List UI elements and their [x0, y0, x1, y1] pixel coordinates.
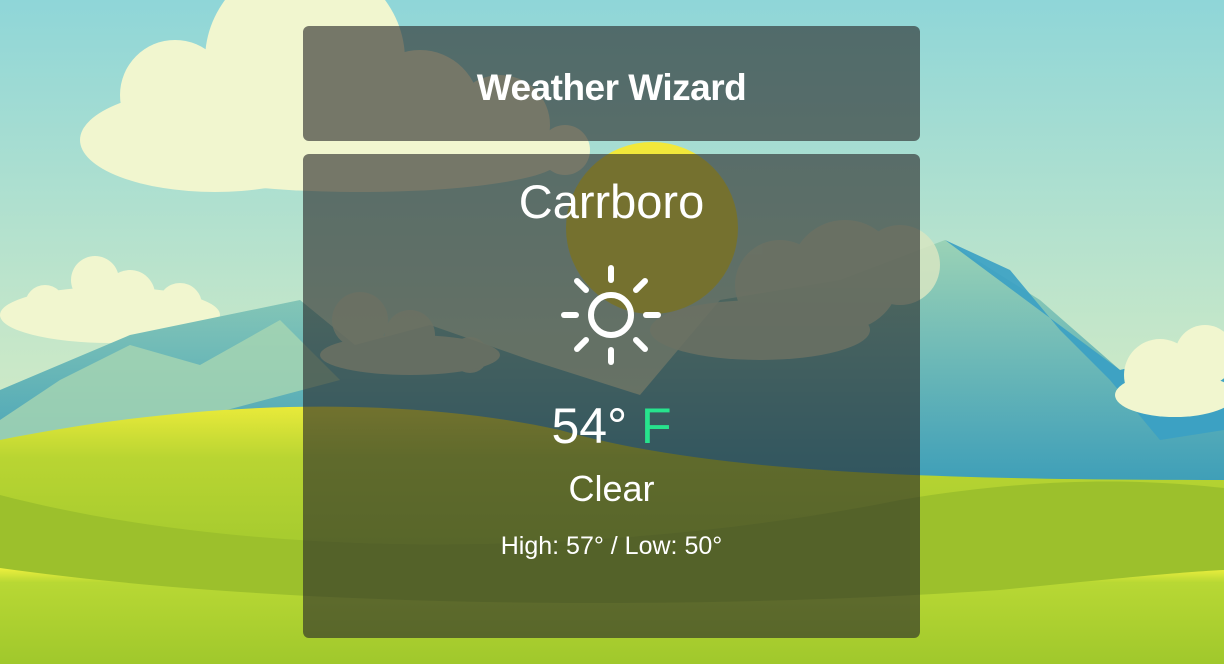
weather-condition: Clear: [568, 468, 655, 509]
temperature-display: 54° F: [303, 396, 920, 456]
temperature-unit-toggle[interactable]: F: [641, 398, 672, 454]
temperature-value: 54°: [551, 398, 628, 454]
weather-card: Carrboro 54° F Clear High: 57° / Low: 50…: [303, 154, 920, 638]
app-title: Weather Wizard: [476, 67, 747, 108]
sun-icon: [558, 262, 664, 368]
app-header: Weather Wizard: [303, 26, 920, 141]
high-low-temperature: High: 57° / Low: 50°: [500, 532, 723, 560]
city-name: Carrboro: [518, 175, 705, 228]
